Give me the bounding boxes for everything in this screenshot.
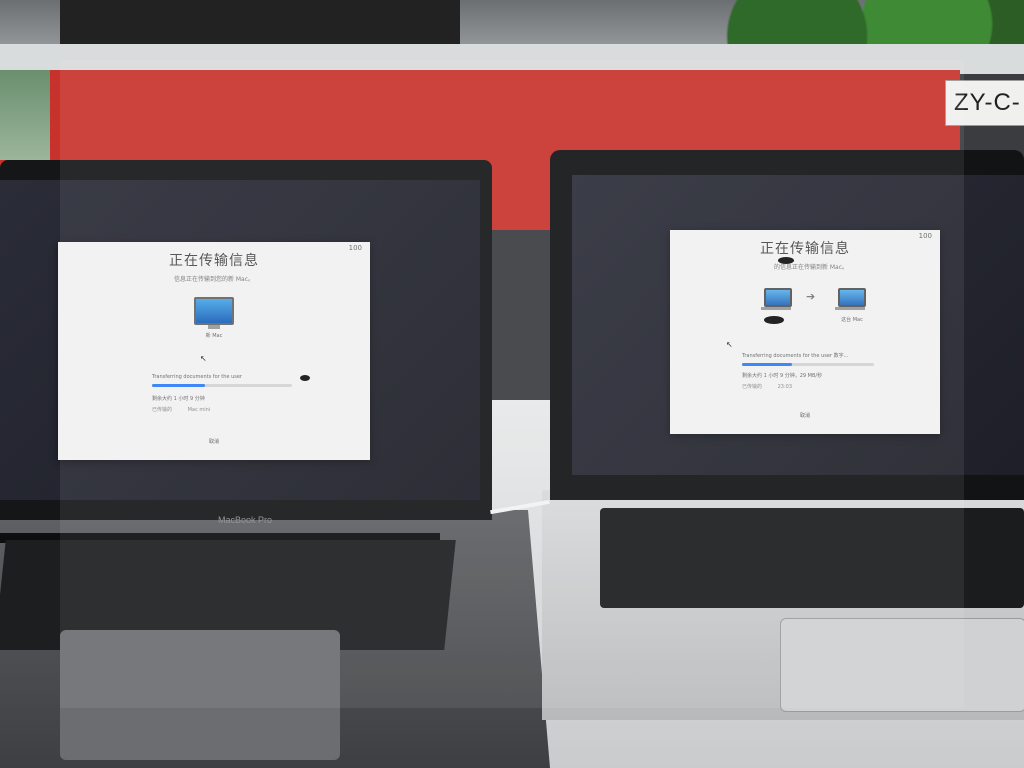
source-laptop-icon [764, 288, 792, 307]
progress-track [152, 384, 292, 387]
progress-fill [152, 384, 206, 387]
eta-text: 剩余大约 1 小时 9 分钟，29 MB/秒 [742, 373, 823, 379]
target-label: 这台 Mac [841, 317, 863, 323]
source-device [761, 288, 792, 310]
window-subtitle: 的信息正在传输到新 Mac。 [773, 264, 849, 271]
target-laptop-base [835, 307, 865, 310]
status-text: Transferring documents for the user 数字..… [742, 353, 849, 359]
source-laptop-base [761, 307, 791, 310]
left-migration-window: 100 正在传输信息 信息正在传输到您的新 Mac。 新 Mac ↖ Trans… [58, 242, 370, 460]
window-title: 正在传输信息 [760, 241, 850, 257]
desk-label-card: ZY-C- [945, 80, 1024, 126]
target-device: 这台 Mac [835, 288, 866, 323]
cancel-button[interactable]: 取消 [670, 412, 940, 419]
right-keyboard [600, 508, 1024, 608]
redacted-source-label [764, 316, 784, 324]
detail-left: 已传输的 [152, 407, 173, 413]
close-indicator[interactable]: 100 [349, 244, 362, 252]
eta-text: 剩余大约 1 小时 9 分钟 [152, 396, 205, 402]
detail-line: 已传输的 23:03 [742, 383, 874, 390]
progress-fill [742, 363, 793, 366]
left-trackpad [60, 630, 340, 760]
right-trackpad [780, 618, 1024, 712]
cancel-button[interactable]: 取消 [58, 438, 370, 445]
group-photo [0, 70, 50, 160]
mouse-cursor-icon: ↖ [726, 340, 733, 349]
close-indicator[interactable]: 100 [919, 232, 932, 240]
left-laptop-brand: MacBook Pro [217, 515, 273, 525]
status-text: Transferring documents for the user [152, 374, 242, 380]
detail-right: 23:03 [777, 384, 793, 390]
redacted-name [778, 257, 794, 264]
window-subtitle: 信息正在传输到您的新 Mac。 [173, 276, 255, 283]
imac-icon [194, 297, 234, 325]
window-title: 正在传输信息 [169, 253, 259, 269]
imac-stand [208, 325, 220, 329]
detail-right: Mac mini [187, 407, 211, 413]
desk-label-text: ZY-C- [954, 89, 1021, 116]
detail-left: 已传输的 [742, 384, 763, 390]
detail-line: 已传输的 Mac mini [152, 406, 292, 413]
arrow-right-icon: ➔ [806, 290, 816, 303]
target-laptop-icon [838, 288, 866, 307]
right-migration-window: 100 正在传输信息 的信息正在传输到新 Mac。 ➔ 这台 Mac ↖ Tra… [670, 230, 940, 434]
device-label: 新 Mac [205, 333, 223, 339]
redacted-username [300, 375, 310, 381]
progress-track [742, 363, 874, 366]
background-dark-area [60, 0, 460, 50]
mac-device: 新 Mac [58, 297, 370, 339]
mouse-cursor-icon: ↖ [200, 354, 207, 363]
